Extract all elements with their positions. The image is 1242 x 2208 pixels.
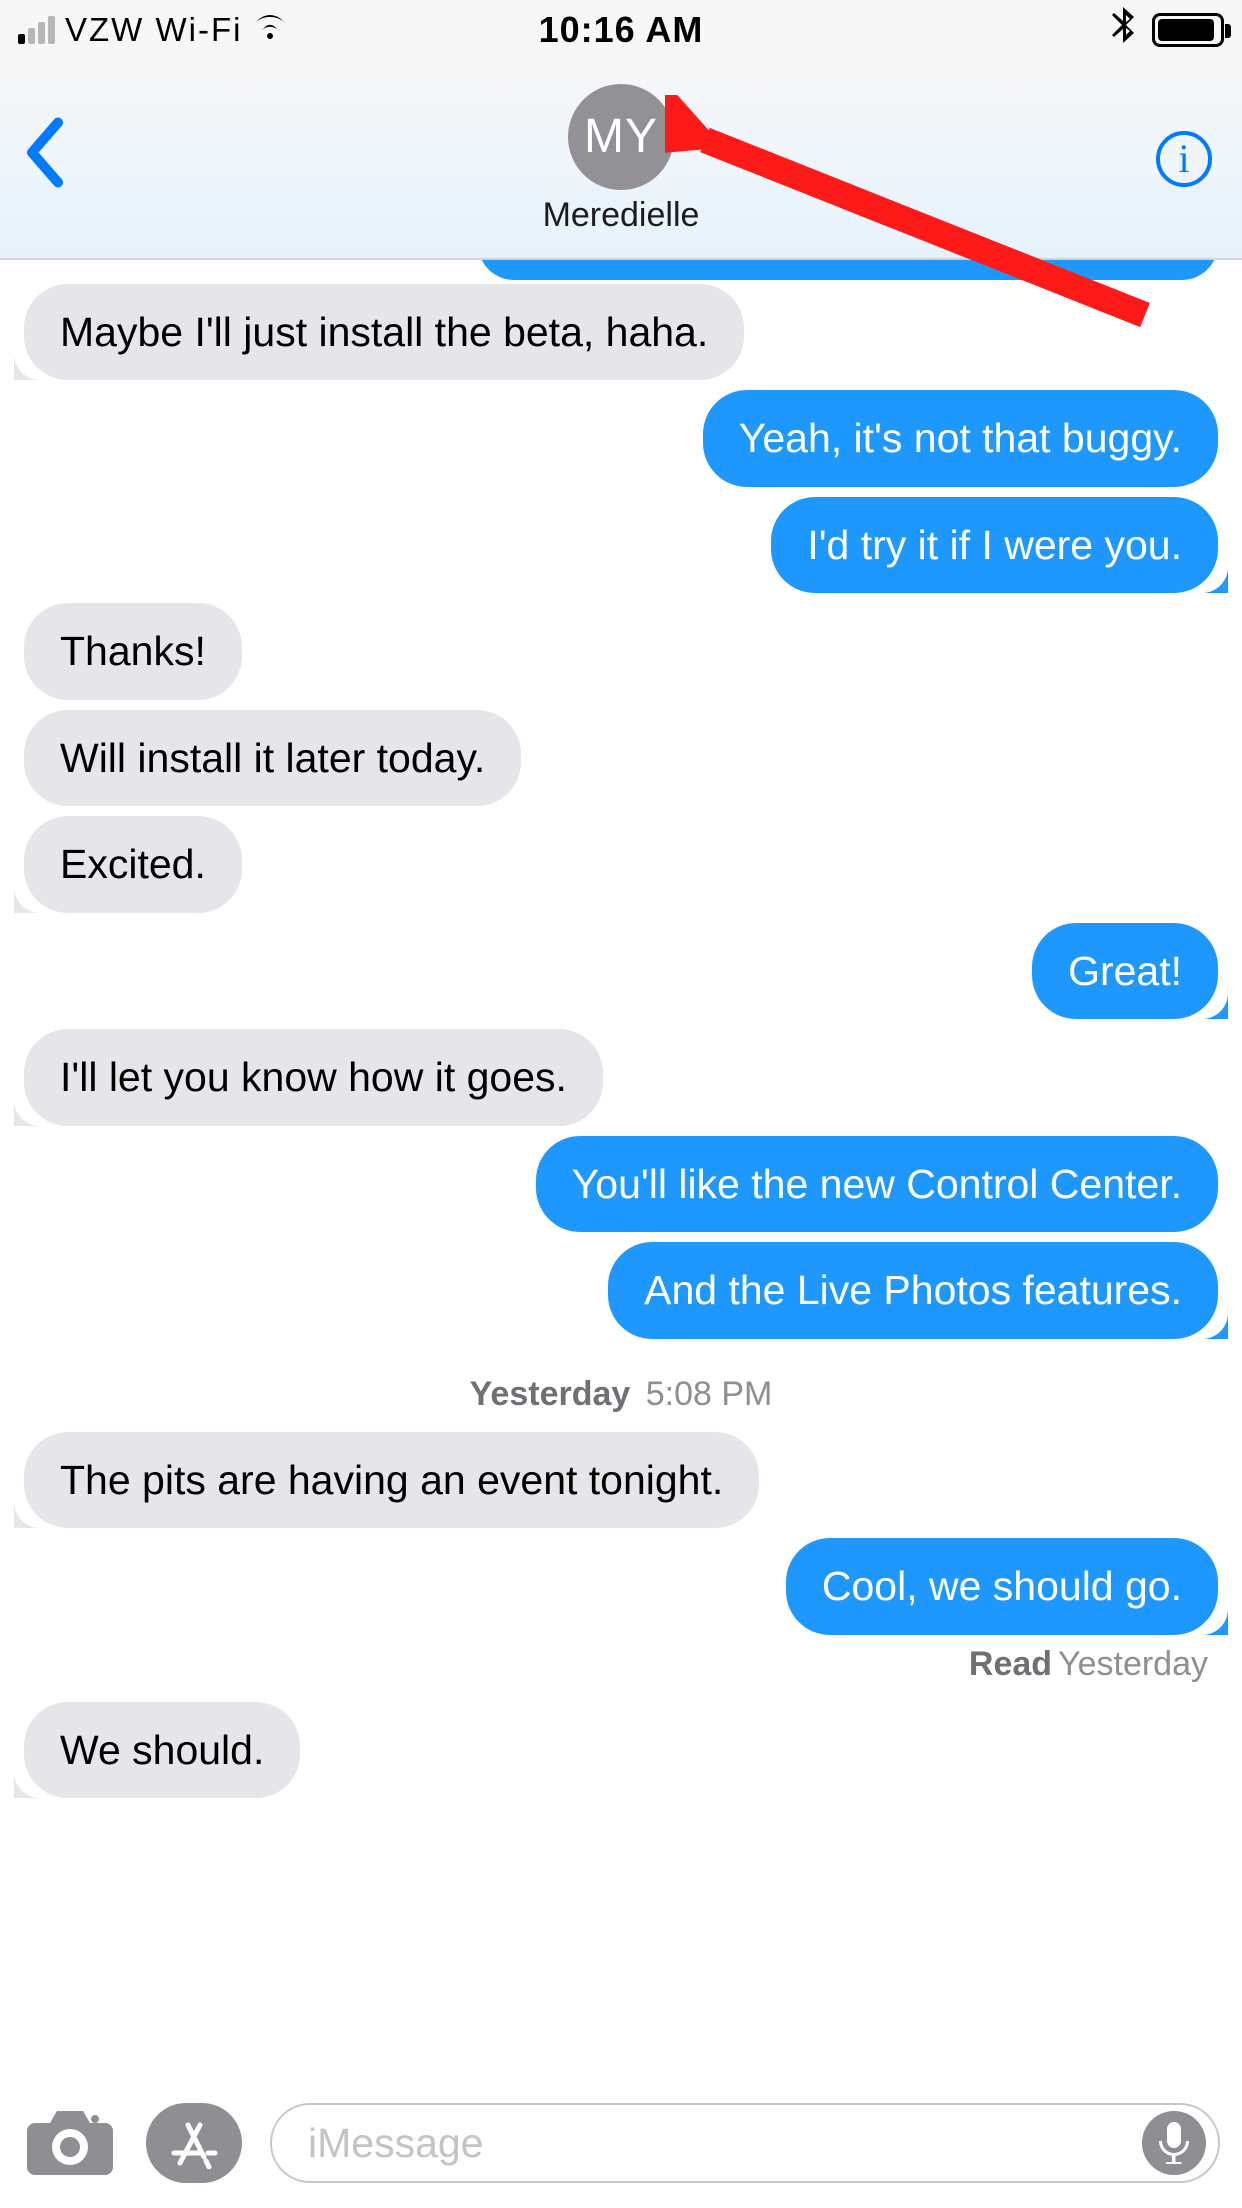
message-row-incoming: Will install it later today. <box>24 710 1218 806</box>
message-bubble-outgoing[interactable]: Yeah, it's not that buggy. <box>703 390 1218 486</box>
receipt-state: Read <box>969 1645 1052 1683</box>
message-row-outgoing: Great! <box>24 923 1218 1019</box>
timestamp-day: Yesterday <box>470 1375 631 1413</box>
receipt-when: Yesterday <box>1058 1645 1208 1683</box>
message-bubble-incoming[interactable]: Will install it later today. <box>24 710 521 806</box>
back-button[interactable] <box>22 117 66 202</box>
app-store-button[interactable] <box>146 2103 242 2183</box>
message-input[interactable]: iMessage <box>270 2103 1220 2183</box>
timestamp-time: 5:08 PM <box>646 1375 773 1413</box>
cell-signal-icon <box>18 16 55 44</box>
message-row-incoming: I'll let you know how it goes. <box>24 1029 1218 1125</box>
nav-header: MY Meredielle i <box>0 60 1242 260</box>
message-bubble-incoming[interactable]: The pits are having an event tonight. <box>24 1432 759 1528</box>
message-bubble-incoming[interactable]: I'll let you know how it goes. <box>24 1029 603 1125</box>
status-time: 10:16 AM <box>539 9 704 51</box>
message-row-outgoing: Yeah, it's not that buggy. <box>24 390 1218 486</box>
message-bubble-outgoing[interactable]: You'll like the new Control Center. <box>536 1136 1218 1232</box>
status-right <box>1112 7 1224 52</box>
status-bar: VZW Wi-Fi 10:16 AM <box>0 0 1242 60</box>
message-bubble-incoming[interactable]: Maybe I'll just install the beta, haha. <box>24 284 744 380</box>
message-bubble-incoming[interactable]: We should. <box>24 1702 300 1798</box>
contact-header[interactable]: MY Meredielle <box>543 84 700 235</box>
microphone-button[interactable] <box>1142 2111 1206 2175</box>
avatar: MY <box>568 84 674 190</box>
message-row-incoming: Maybe I'll just install the beta, haha. <box>24 284 1218 380</box>
status-left: VZW Wi-Fi <box>18 11 288 49</box>
battery-icon <box>1152 13 1224 47</box>
message-row-incoming: We should. <box>24 1702 1218 1798</box>
message-row-outgoing: And the Live Photos features. <box>24 1242 1218 1338</box>
compose-bar: iMessage <box>0 2078 1242 2208</box>
message-row-outgoing: I'd try it if I were you. <box>24 497 1218 593</box>
read-receipt: ReadYesterday <box>24 1645 1208 1684</box>
message-thread[interactable]: Maybe I'll just install the beta, haha. Y… <box>0 260 1242 2078</box>
info-button[interactable]: i <box>1156 131 1212 187</box>
carrier-label: VZW Wi-Fi <box>65 11 242 49</box>
message-bubble-outgoing[interactable]: Great! <box>1032 923 1218 1019</box>
message-bubble-outgoing[interactable]: And the Live Photos features. <box>608 1242 1218 1338</box>
contact-name: Meredielle <box>543 196 700 235</box>
message-bubble-outgoing[interactable] <box>478 260 1218 280</box>
message-placeholder: iMessage <box>308 2120 1142 2167</box>
bluetooth-icon <box>1112 7 1134 52</box>
message-row-incoming: Thanks! <box>24 603 1218 699</box>
message-bubble-outgoing[interactable]: I'd try it if I were you. <box>771 497 1218 593</box>
message-row-incoming: The pits are having an event tonight. <box>24 1432 1218 1528</box>
message-bubble-outgoing[interactable]: Cool, we should go. <box>786 1538 1218 1634</box>
message-row-outgoing: You'll like the new Control Center. <box>24 1136 1218 1232</box>
message-row-outgoing: Cool, we should go. <box>24 1538 1218 1634</box>
message-bubble-incoming[interactable]: Thanks! <box>24 603 242 699</box>
message-bubble-incoming[interactable]: Excited. <box>24 816 242 912</box>
wifi-icon <box>252 12 288 48</box>
timestamp-divider: Yesterday 5:08 PM <box>24 1375 1218 1414</box>
message-row-incoming: Excited. <box>24 816 1218 912</box>
camera-button[interactable] <box>22 2103 118 2183</box>
